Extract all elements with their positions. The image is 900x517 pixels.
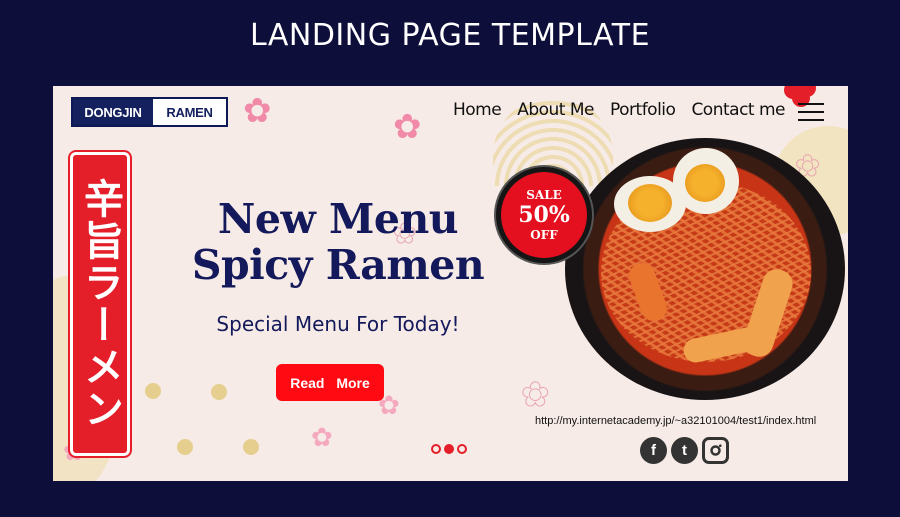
slider-dot[interactable] (431, 444, 441, 454)
headline-line-1: New Menu (217, 195, 459, 243)
read-more-button[interactable]: Read More (276, 364, 384, 401)
url-text[interactable]: http://my.internetacademy.jp/~a32101004/… (535, 415, 816, 427)
sale-badge: SALE 50% OFF (501, 172, 587, 258)
sale-label: SALE (526, 188, 562, 202)
page-heading: LANDING PAGE TEMPLATE (249, 18, 651, 53)
facebook-icon[interactable]: f (640, 437, 667, 464)
hero-subtitle: Special Menu For Today! (216, 312, 460, 336)
egg-yolk (628, 184, 672, 222)
headline-line-2: Spicy Ramen (191, 241, 485, 289)
vertical-sign-text: 辛旨ラーメン (77, 178, 123, 430)
hero-headline: New Menu Spicy Ramen (158, 196, 518, 288)
twitter-icon[interactable]: t (671, 437, 698, 464)
sakura-icon: ✿ (521, 376, 550, 414)
slider-dot-active[interactable] (444, 444, 454, 454)
main-nav: Home About Me Portfolio Contact me (453, 100, 786, 120)
nav-home[interactable]: Home (453, 100, 502, 120)
sakura-icon: ✿ (393, 108, 422, 146)
decorative-dot (243, 439, 259, 455)
sakura-icon: ✿ (311, 422, 333, 452)
menu-icon[interactable] (798, 103, 824, 121)
decorative-dot (211, 384, 227, 400)
decorative-dot (177, 439, 193, 455)
instagram-icon[interactable] (702, 437, 729, 464)
nav-about[interactable]: About Me (517, 100, 594, 120)
landing-page-frame: ✿ ✿ ✿ ✿ ✿ ✿ ✿ ✿ DONGJIN RAMEN Home About… (53, 86, 848, 481)
logo[interactable]: DONGJIN RAMEN (71, 97, 228, 127)
sale-off: OFF (530, 228, 558, 242)
instagram-glyph (710, 444, 722, 456)
egg-yolk (685, 164, 725, 202)
nav-portfolio[interactable]: Portfolio (610, 100, 676, 120)
logo-left: DONGJIN (73, 99, 153, 125)
sakura-icon: ✿ (243, 92, 272, 130)
social-links: f t (640, 437, 729, 464)
nav-contact[interactable]: Contact me (691, 100, 785, 120)
decorative-dot (145, 383, 161, 399)
sale-percent: 50% (518, 202, 570, 228)
logo-right: RAMEN (153, 99, 226, 125)
slider-dot[interactable] (457, 444, 467, 454)
slider-dots (431, 444, 467, 454)
vertical-sign: 辛旨ラーメン (70, 152, 130, 456)
